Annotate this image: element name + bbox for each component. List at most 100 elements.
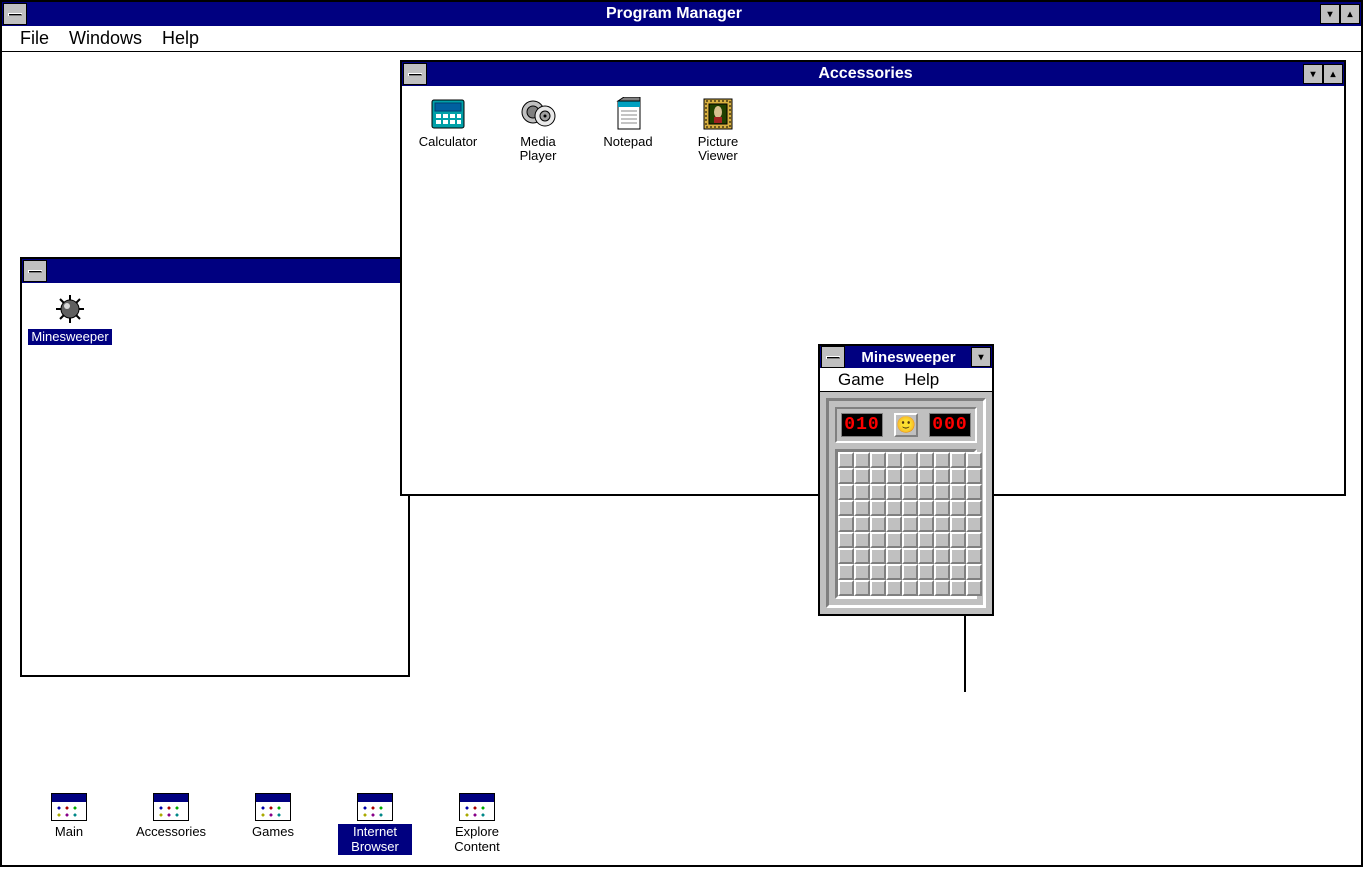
mine-cell[interactable] (950, 532, 966, 548)
mine-cell[interactable] (950, 452, 966, 468)
mine-cell[interactable] (918, 548, 934, 564)
mine-cell[interactable] (934, 580, 950, 596)
group-explore-content[interactable]: Explore Content (440, 793, 514, 855)
accessories-titlebar[interactable]: Accessories ▾ ▴ (402, 62, 1344, 86)
group-internet-browser[interactable]: Internet Browser (338, 793, 412, 855)
minefield-grid[interactable] (835, 449, 977, 599)
mine-cell[interactable] (918, 484, 934, 500)
mine-cell[interactable] (966, 580, 982, 596)
mine-cell[interactable] (934, 548, 950, 564)
mine-cell[interactable] (870, 500, 886, 516)
mine-cell[interactable] (950, 548, 966, 564)
mine-cell[interactable] (918, 452, 934, 468)
mine-cell[interactable] (854, 548, 870, 564)
mine-cell[interactable] (902, 468, 918, 484)
mine-cell[interactable] (966, 532, 982, 548)
pm-maximize-button[interactable]: ▴ (1340, 4, 1360, 24)
mine-cell[interactable] (870, 532, 886, 548)
pm-system-menu-icon[interactable] (3, 3, 27, 25)
mine-cell[interactable] (886, 532, 902, 548)
mine-cell[interactable] (886, 500, 902, 516)
group-games[interactable]: Games (236, 793, 310, 840)
mine-cell[interactable] (934, 516, 950, 532)
notepad-program-icon[interactable]: Notepad (588, 96, 668, 150)
mine-cell[interactable] (838, 532, 854, 548)
minesweeper-app-window[interactable]: Minesweeper ▾ Game Help 010 🙂 000 (818, 344, 994, 616)
mine-cell[interactable] (902, 500, 918, 516)
mine-cell[interactable] (934, 452, 950, 468)
mine-cell[interactable] (950, 484, 966, 500)
mine-cell[interactable] (854, 564, 870, 580)
calculator-program-icon[interactable]: Calculator (408, 96, 488, 150)
mine-cell[interactable] (870, 484, 886, 500)
mine-cell[interactable] (966, 516, 982, 532)
mine-cell[interactable] (934, 484, 950, 500)
mine-cell[interactable] (854, 516, 870, 532)
mine-cell[interactable] (886, 516, 902, 532)
mine-cell[interactable] (870, 548, 886, 564)
mine-cell[interactable] (902, 548, 918, 564)
mine-cell[interactable] (966, 484, 982, 500)
mine-cell[interactable] (838, 564, 854, 580)
mine-cell[interactable] (918, 468, 934, 484)
mine-cell[interactable] (934, 532, 950, 548)
mine-cell[interactable] (966, 500, 982, 516)
mine-cell[interactable] (886, 564, 902, 580)
mine-cell[interactable] (870, 580, 886, 596)
mine-cell[interactable] (838, 484, 854, 500)
mine-cell[interactable] (854, 484, 870, 500)
mine-cell[interactable] (950, 500, 966, 516)
mine-cell[interactable] (886, 548, 902, 564)
mine-cell[interactable] (950, 468, 966, 484)
mine-cell[interactable] (934, 500, 950, 516)
games-titlebar[interactable] (22, 259, 408, 283)
group-main[interactable]: Main (32, 793, 106, 840)
mine-cell[interactable] (950, 516, 966, 532)
minesweeper-minimize-button[interactable]: ▾ (971, 347, 991, 367)
mine-cell[interactable] (870, 452, 886, 468)
accessories-minimize-button[interactable]: ▾ (1303, 64, 1323, 84)
minesweeper-system-menu-icon[interactable] (821, 346, 845, 368)
mine-cell[interactable] (854, 452, 870, 468)
mine-cell[interactable] (902, 532, 918, 548)
games-group-window[interactable]: Minesweeper (20, 257, 410, 677)
mine-cell[interactable] (854, 500, 870, 516)
mine-cell[interactable] (886, 468, 902, 484)
pm-menu-windows[interactable]: Windows (59, 26, 152, 51)
mine-cell[interactable] (950, 564, 966, 580)
mine-cell[interactable] (838, 548, 854, 564)
mine-cell[interactable] (918, 516, 934, 532)
games-system-menu-icon[interactable] (23, 260, 47, 282)
mine-cell[interactable] (934, 468, 950, 484)
mine-cell[interactable] (902, 516, 918, 532)
mine-cell[interactable] (966, 548, 982, 564)
minesweeper-menu-help[interactable]: Help (894, 368, 949, 392)
mine-cell[interactable] (854, 580, 870, 596)
mine-cell[interactable] (918, 532, 934, 548)
mine-cell[interactable] (966, 564, 982, 580)
mine-cell[interactable] (902, 580, 918, 596)
smiley-reset-button[interactable]: 🙂 (894, 413, 918, 437)
accessories-system-menu-icon[interactable] (403, 63, 427, 85)
minesweeper-menu-game[interactable]: Game (828, 368, 894, 392)
pm-menu-help[interactable]: Help (152, 26, 209, 51)
mine-cell[interactable] (966, 468, 982, 484)
accessories-maximize-button[interactable]: ▴ (1323, 64, 1343, 84)
mine-cell[interactable] (902, 484, 918, 500)
mine-cell[interactable] (870, 516, 886, 532)
mine-cell[interactable] (838, 580, 854, 596)
mine-cell[interactable] (870, 564, 886, 580)
mine-cell[interactable] (886, 484, 902, 500)
mine-cell[interactable] (918, 580, 934, 596)
mine-cell[interactable] (950, 580, 966, 596)
mine-cell[interactable] (886, 580, 902, 596)
mine-cell[interactable] (854, 532, 870, 548)
minesweeper-titlebar[interactable]: Minesweeper ▾ (820, 346, 992, 368)
mine-cell[interactable] (838, 452, 854, 468)
mine-cell[interactable] (838, 516, 854, 532)
pm-titlebar[interactable]: Program Manager ▾ ▴ (2, 2, 1361, 26)
mediaplayer-program-icon[interactable]: Media Player (498, 96, 578, 165)
mine-cell[interactable] (838, 500, 854, 516)
pictureviewer-program-icon[interactable]: Picture Viewer (678, 96, 758, 165)
mine-cell[interactable] (886, 452, 902, 468)
